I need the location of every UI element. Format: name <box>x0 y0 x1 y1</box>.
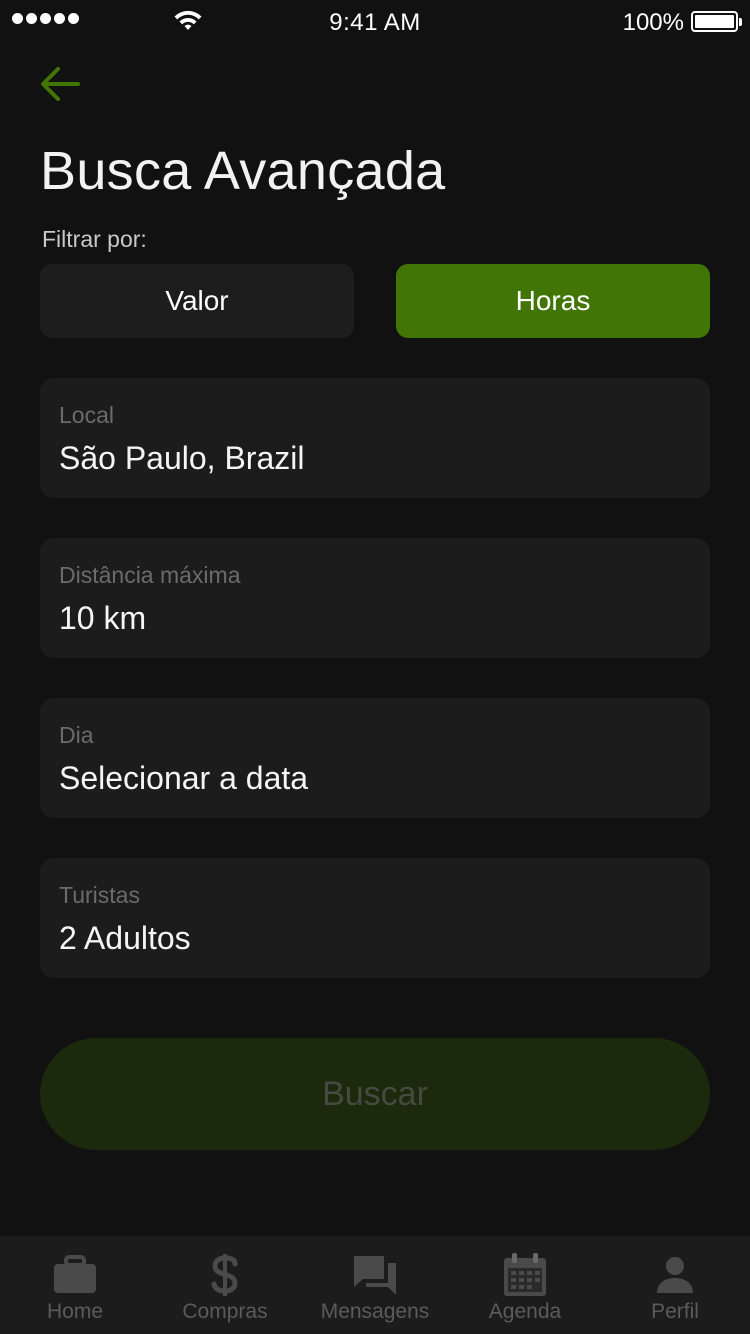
tab-agenda[interactable]: Agenda <box>450 1236 600 1334</box>
tourists-label: Turistas <box>59 882 140 908</box>
battery-icon <box>691 11 742 32</box>
search-button[interactable]: Buscar <box>40 1038 710 1150</box>
date-field[interactable]: Dia Selecionar a data <box>40 698 710 818</box>
max-distance-label: Distância máxima <box>59 562 241 588</box>
tab-perfil[interactable]: Perfil <box>600 1236 750 1334</box>
local-field[interactable]: Local São Paulo, Brazil <box>40 378 710 498</box>
dollar-icon <box>201 1252 249 1298</box>
filter-label: Filtrar por: <box>42 226 147 252</box>
arrow-left-icon <box>41 67 80 101</box>
advanced-search-screen: 9:41 AM 100% Busca Avançada Filtrar por:… <box>0 0 750 1334</box>
date-label: Dia <box>59 722 94 748</box>
tab-agenda-label: Agenda <box>488 1300 562 1323</box>
page-title: Busca Avançada <box>40 141 446 201</box>
tab-mensagens-label: Mensagens <box>320 1300 430 1323</box>
filter-option-valor[interactable]: Valor <box>40 264 354 338</box>
tab-mensagens[interactable]: Mensagens <box>300 1236 450 1334</box>
back-button[interactable] <box>36 60 84 108</box>
tourists-value: 2 Adultos <box>59 920 191 956</box>
calendar-icon <box>501 1252 549 1298</box>
tab-home[interactable]: Home <box>0 1236 150 1334</box>
filter-option-horas[interactable]: Horas <box>396 264 710 338</box>
battery-percent: 100% <box>622 9 684 36</box>
local-value: São Paulo, Brazil <box>59 440 305 476</box>
max-distance-field[interactable]: Distância máxima 10 km <box>40 538 710 658</box>
tourists-field[interactable]: Turistas 2 Adultos <box>40 858 710 978</box>
max-distance-value: 10 km <box>59 600 147 636</box>
tab-home-label: Home <box>46 1300 104 1323</box>
status-bar: 9:41 AM 100% <box>0 0 750 42</box>
date-value: Selecionar a data <box>59 760 309 796</box>
tab-bar: Home Compras Mensagens Agenda Perfil <box>0 1236 750 1334</box>
briefcase-icon <box>51 1252 99 1298</box>
person-icon <box>651 1252 699 1298</box>
tab-compras[interactable]: Compras <box>150 1236 300 1334</box>
tab-compras-label: Compras <box>182 1300 268 1323</box>
tab-perfil-label: Perfil <box>651 1300 699 1323</box>
local-label: Local <box>59 402 114 428</box>
chat-icon <box>351 1252 399 1298</box>
